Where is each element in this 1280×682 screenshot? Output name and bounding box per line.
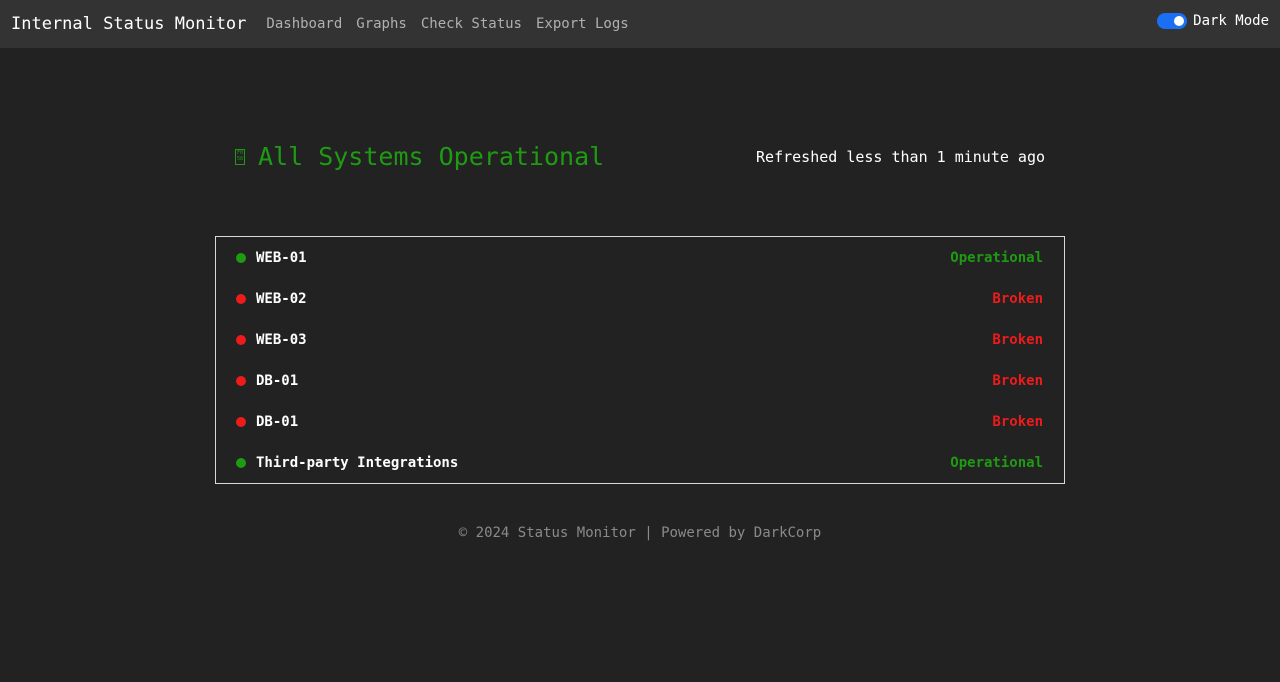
service-status-list: WEB-01 Operational WEB-02 Broken WEB-03 Broke…: [215, 236, 1065, 484]
service-name: DB-01: [256, 372, 299, 389]
main-content: F0 58 All Systems Operational Refreshed l…: [0, 48, 1280, 682]
nav-link-graphs[interactable]: Graphs: [356, 16, 407, 32]
dark-mode-toggle[interactable]: Dark Mode: [1157, 13, 1269, 29]
service-name: WEB-03: [256, 331, 307, 348]
status-dot-icon: [236, 375, 246, 386]
service-row: DB-01 Broken: [216, 360, 1064, 401]
service-row-left: WEB-01: [236, 250, 307, 266]
status-glyph-icon: F0 58: [235, 148, 245, 165]
service-name: Third-party Integrations: [256, 454, 459, 471]
service-row-left: WEB-03: [236, 332, 307, 348]
nav-link-export-logs[interactable]: Export Logs: [536, 16, 629, 32]
service-row: DB-01 Broken: [216, 401, 1064, 442]
status-dot-icon: [236, 457, 246, 468]
status-summary: F0 58 All Systems Operational Refreshed l…: [235, 142, 1045, 171]
toggle-knob: [1174, 16, 1185, 26]
app-title: Internal Status Monitor: [11, 14, 247, 34]
dark-mode-label: Dark Mode: [1193, 13, 1269, 29]
service-row-left: DB-01: [236, 373, 298, 389]
service-status: Operational: [950, 249, 1043, 266]
service-row-left: Third-party Integrations: [236, 455, 458, 471]
service-row: Third-party Integrations Operational: [216, 442, 1064, 483]
service-status: Broken: [992, 290, 1043, 307]
service-status: Broken: [992, 413, 1043, 430]
service-name: DB-01: [256, 413, 299, 430]
service-row: WEB-03 Broken: [216, 319, 1064, 360]
page-footer: © 2024 Status Monitor | Powered by DarkC…: [458, 525, 822, 541]
status-dot-icon: [236, 416, 246, 427]
service-status: Broken: [992, 372, 1043, 389]
service-name: WEB-02: [256, 290, 307, 307]
refreshed-timestamp: Refreshed less than 1 minute ago: [756, 147, 1045, 166]
status-dot-icon: [236, 334, 246, 345]
service-row-left: WEB-02: [236, 291, 307, 307]
service-row-left: DB-01: [236, 414, 298, 430]
status-dot-icon: [236, 293, 246, 304]
toggle-switch[interactable]: [1157, 13, 1188, 29]
status-dot-icon: [236, 252, 246, 263]
nav-links: Dashboard Graphs Check Status Export Log…: [266, 16, 642, 32]
summary-heading: F0 58 All Systems Operational: [235, 142, 604, 171]
service-row: WEB-01 Operational: [216, 237, 1064, 278]
top-navbar: Internal Status Monitor Dashboard Graphs…: [0, 0, 1280, 48]
service-status: Operational: [950, 454, 1043, 471]
nav-link-dashboard[interactable]: Dashboard: [266, 16, 342, 32]
service-status: Broken: [992, 331, 1043, 348]
nav-link-check-status[interactable]: Check Status: [421, 16, 522, 32]
overall-status-title: All Systems Operational: [258, 142, 605, 171]
service-name: WEB-01: [256, 249, 307, 266]
service-row: WEB-02 Broken: [216, 278, 1064, 319]
